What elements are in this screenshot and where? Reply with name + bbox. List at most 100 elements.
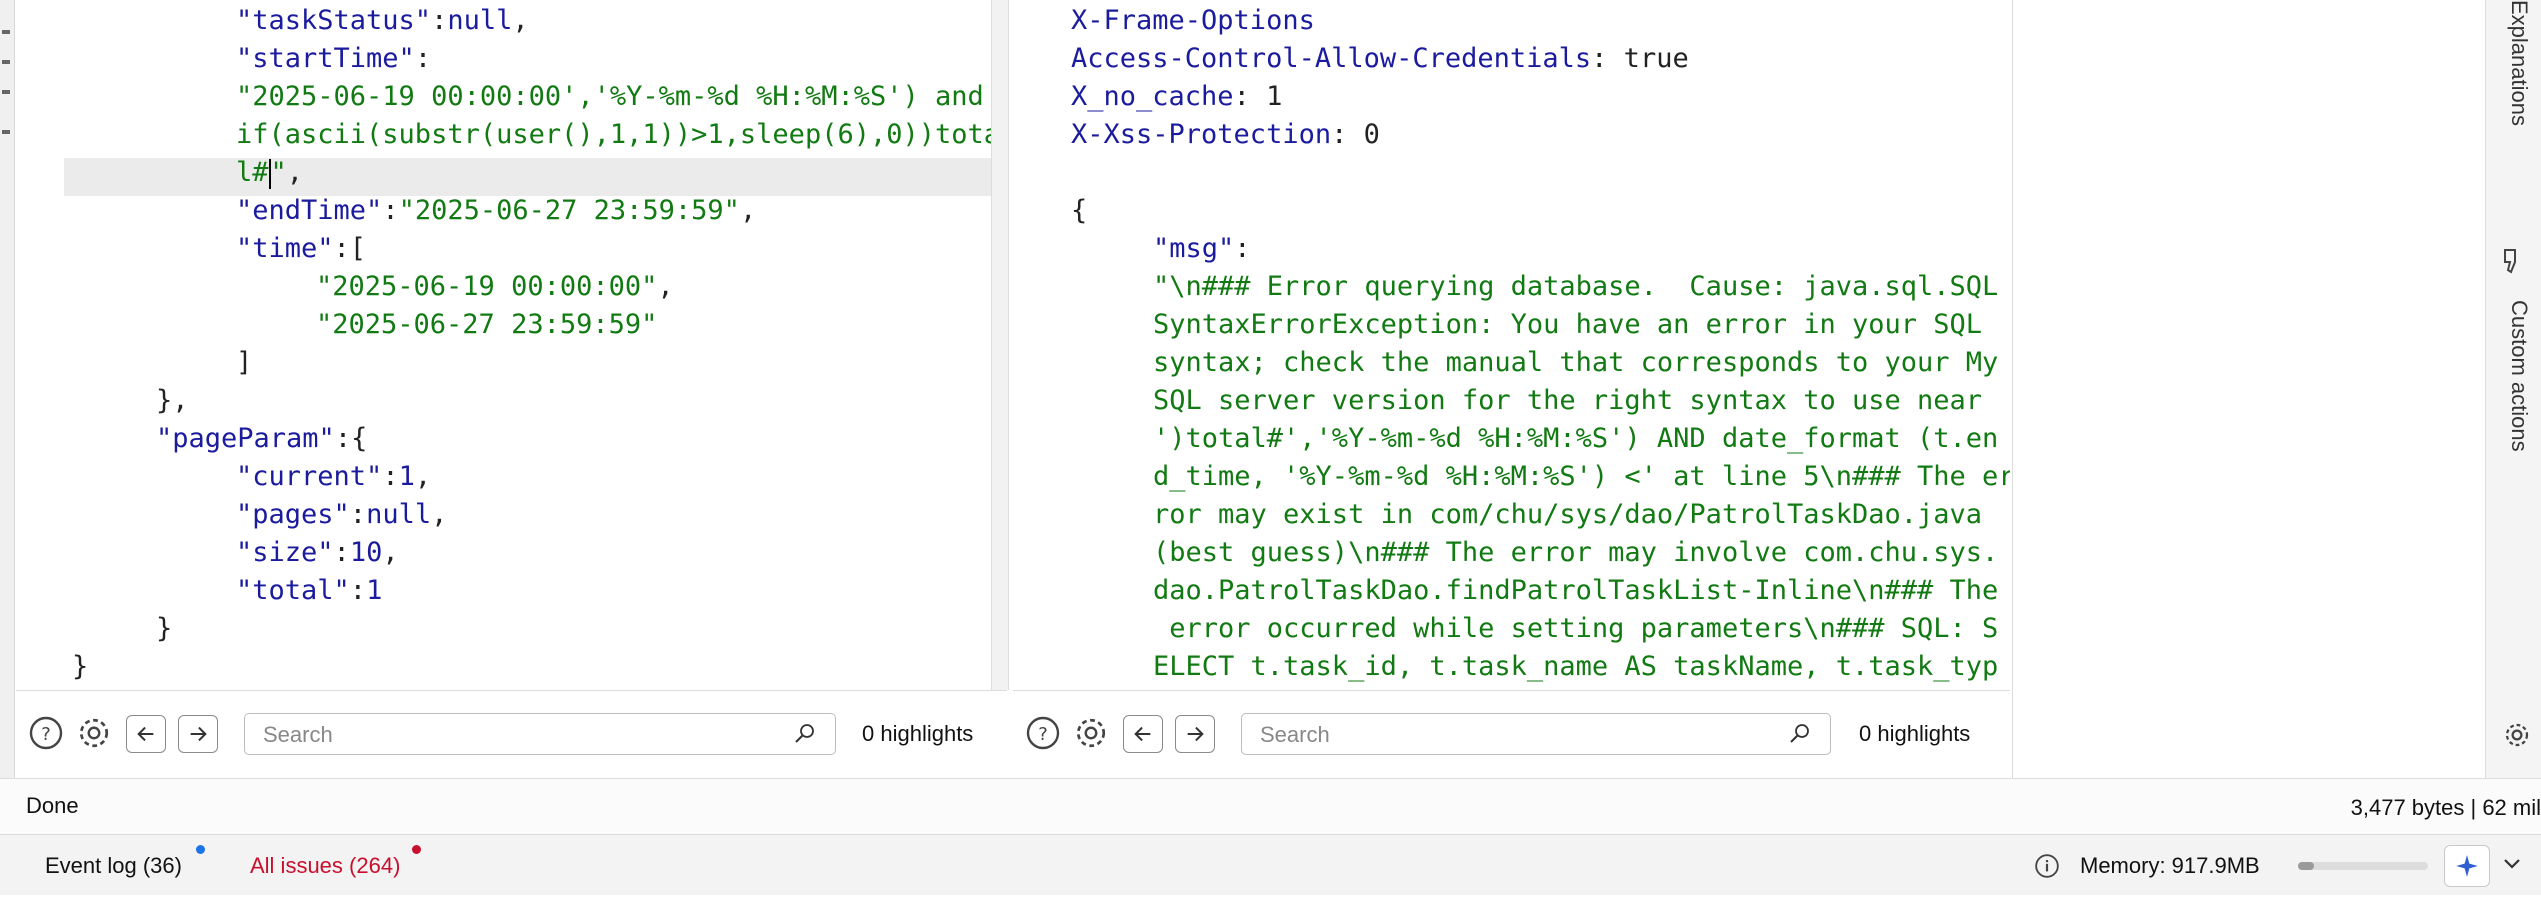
request-token: , [431, 499, 448, 530]
request-line: "pageParam":{ [156, 420, 367, 458]
chevron-down-icon[interactable] [2500, 851, 2524, 880]
tab-custom-actions[interactable]: Custom actions [2492, 300, 2532, 452]
search-icon [795, 724, 814, 743]
settings-gear-icon[interactable] [74, 713, 114, 753]
response-token: error occurred while setting parameters\… [1153, 613, 1999, 644]
help-icon[interactable]: ? [26, 713, 66, 753]
response-token: : true [1591, 43, 1689, 74]
response-token: "msg" [1153, 233, 1235, 264]
current-line-highlight [64, 158, 991, 196]
response-highlights-count: 0 highlights [1859, 721, 1971, 746]
response-line: d_time, '%Y-%m-%d %H:%M:%S') <' at line … [1153, 458, 2010, 496]
request-line: "2025-06-19 00:00:00','%Y-%m-%d %H:%M:%S… [236, 78, 984, 116]
request-token: "2025-06-27 23:59:59" [316, 309, 658, 340]
request-line: "total":1 [236, 572, 382, 610]
request-search-box [244, 713, 836, 755]
response-token: ')total#','%Y-%m-%d %H:%M:%S') AND date_… [1153, 423, 1999, 454]
request-token: "startTime" [236, 43, 415, 74]
left-gutter-strip [0, 0, 15, 790]
response-line: X_no_cache: 1 [1071, 78, 1282, 116]
response-line: syntax; check the manual that correspond… [1153, 344, 1998, 382]
next-match-button[interactable] [178, 715, 218, 753]
response-token: X-Xss-Protection [1071, 119, 1332, 150]
event-log-link[interactable]: Event log (36) [45, 853, 182, 879]
request-token: : [382, 195, 399, 226]
request-line: "current":1, [236, 458, 431, 496]
request-line: } [156, 610, 172, 648]
response-token: : 0 [1331, 119, 1380, 150]
memory-label: Memory: 917.9MB [2080, 853, 2260, 878]
request-token: : [349, 575, 367, 606]
request-line: "size":10, [236, 534, 399, 572]
help-icon[interactable]: ? [1023, 713, 1063, 753]
bottom-bar: Event log (36) All issues (264) Memory: … [0, 834, 2541, 895]
response-line: dao.PatrolTaskDao.findPatrolTaskList-Inl… [1153, 572, 1998, 610]
next-match-button[interactable] [1175, 715, 1215, 753]
request-token: } [72, 651, 89, 682]
response-editor[interactable]: X-Frame-Options Access-Control-Allow-Cred… [1013, 0, 2010, 690]
response-line: error occurred while setting parameters\… [1153, 610, 1998, 648]
issues-badge [412, 845, 421, 854]
request-token: "2025-06-19 00:00:00','%Y-%m-%d %H:%M:%S… [236, 81, 984, 112]
response-token: SQL server version for the right syntax … [1153, 385, 1983, 416]
previous-match-button[interactable] [126, 715, 166, 753]
svg-text:?: ? [41, 724, 51, 745]
request-token: "current" [236, 461, 383, 492]
request-line: "taskStatus":null, [236, 2, 529, 40]
request-token: null [366, 499, 432, 530]
thumbs-down-icon[interactable] [2502, 248, 2524, 281]
request-token: : [349, 499, 367, 530]
gear-icon[interactable] [2502, 720, 2532, 755]
inspector-panel [2012, 0, 2485, 778]
request-token: 1 [366, 575, 383, 606]
request-token: 1 [398, 461, 415, 492]
response-line: (best guess)\n### The error may involve … [1153, 534, 1998, 572]
tab-explanations[interactable]: Explanations [2492, 0, 2532, 126]
response-search-bar: ? 0 highlights [1013, 690, 2010, 779]
response-line: { [1071, 192, 1087, 230]
response-line: X-Xss-Protection: 0 [1071, 116, 1380, 154]
response-token: Access-Control-Allow-Credentials [1071, 43, 1592, 74]
response-token: syntax; check the manual that correspond… [1153, 347, 1999, 378]
ai-sparkle-button[interactable] [2444, 845, 2490, 887]
response-line: ')total#','%Y-%m-%d %H:%M:%S') AND date_… [1153, 420, 1998, 458]
request-token: "endTime" [236, 195, 383, 226]
response-token: "\n### Error querying database. Cause: j… [1153, 271, 1999, 302]
request-line: "pages":null, [236, 496, 447, 534]
request-token: , [414, 461, 432, 492]
previous-match-button[interactable] [1123, 715, 1163, 753]
request-token: , [739, 195, 757, 226]
request-editor[interactable]: "taskStatus":null, "startTime": "2025-06-1… [16, 0, 991, 690]
info-icon[interactable] [2034, 853, 2060, 884]
response-token: : [1234, 233, 1251, 264]
request-line: }, [156, 382, 189, 420]
memory-bar-fill [2298, 862, 2314, 870]
sparkle-icon [2456, 855, 2478, 877]
response-line: ror may exist in com/chu/sys/dao/PatrolT… [1153, 496, 1982, 534]
request-scrollbar[interactable] [991, 0, 1009, 690]
response-token: dao.PatrolTaskDao.findPatrolTaskList-Inl… [1153, 575, 1999, 606]
request-token: "2025-06-27 23:59:59" [398, 195, 740, 226]
request-token: , [657, 271, 674, 302]
request-search-input[interactable] [261, 719, 745, 751]
all-issues-link[interactable]: All issues (264) [250, 853, 400, 879]
request-token: : [414, 43, 432, 74]
request-token: : [333, 537, 350, 568]
request-token: } [156, 613, 173, 644]
settings-gear-icon[interactable] [1071, 713, 1111, 753]
request-line: "endTime":"2025-06-27 23:59:59", [236, 192, 756, 230]
request-token: 10 [349, 537, 383, 568]
request-token: , [382, 537, 399, 568]
request-token: null [447, 5, 513, 36]
response-line: SyntaxErrorException: You have an error … [1153, 306, 1982, 344]
request-line: "time":[ [236, 230, 366, 268]
request-line: "2025-06-27 23:59:59" [316, 306, 657, 344]
response-token: { [1071, 195, 1088, 226]
request-token: "total" [236, 575, 350, 606]
response-line: "\n### Error querying database. Cause: j… [1153, 268, 1998, 306]
response-search-input[interactable] [1258, 719, 1742, 751]
response-line: "msg": [1153, 230, 1251, 268]
response-token: ELECT t.task_id, t.task_name AS taskName… [1153, 651, 1999, 682]
request-line: l#", [236, 154, 303, 192]
response-line: SQL server version for the right syntax … [1153, 382, 1982, 420]
